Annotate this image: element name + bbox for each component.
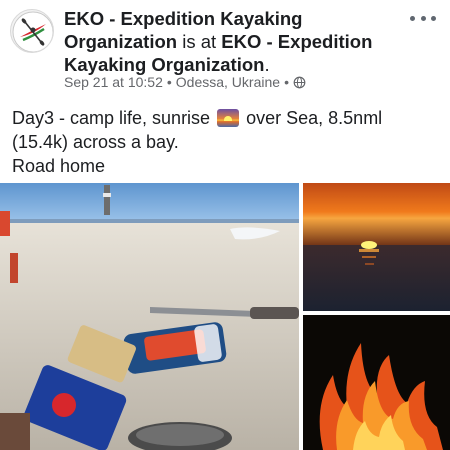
kayak-logo-icon xyxy=(12,11,53,52)
post-text-line-3: Road home xyxy=(12,156,106,176)
beach-camp-photo[interactable] xyxy=(0,183,299,450)
post-text-segment: Day3 - camp life, sunrise xyxy=(12,108,211,128)
post-header-text: EKO - Expedition Kayaking Organization i… xyxy=(64,7,404,76)
campfire-photo[interactable] xyxy=(303,315,450,450)
more-dot xyxy=(431,15,436,21)
post-header: EKO - Expedition Kayaking Organization i… xyxy=(0,0,450,98)
globe-icon[interactable] xyxy=(293,76,306,89)
sunrise-over-sea-photo[interactable] xyxy=(303,183,450,311)
post-message: Day3 - camp life, sunrise over Sea, 8.5n… xyxy=(12,106,442,178)
post-meta: Sep 21 at 10:52 • Odessa, Ukraine • xyxy=(64,74,306,90)
post-text-segment: over Sea, 8.5nml xyxy=(246,108,383,128)
post-place[interactable]: Odessa, Ukraine xyxy=(176,74,280,90)
meta-separator-2: • xyxy=(284,74,289,90)
more-dot xyxy=(420,15,426,21)
more-dot xyxy=(410,15,415,21)
page-avatar[interactable] xyxy=(10,9,54,53)
meta-separator: • xyxy=(166,74,172,90)
more-options-icon[interactable] xyxy=(410,8,436,28)
connector-text: is at xyxy=(177,31,222,52)
sunrise-emoji-icon xyxy=(217,109,240,127)
post-text-line-1: Day3 - camp life, sunrise over Sea, 8.5n… xyxy=(12,106,442,130)
post-text-line-2: (15.4k) across a bay. xyxy=(12,132,179,152)
post-timestamp[interactable]: Sep 21 at 10:52 xyxy=(64,74,163,90)
period-text: . xyxy=(264,54,270,75)
